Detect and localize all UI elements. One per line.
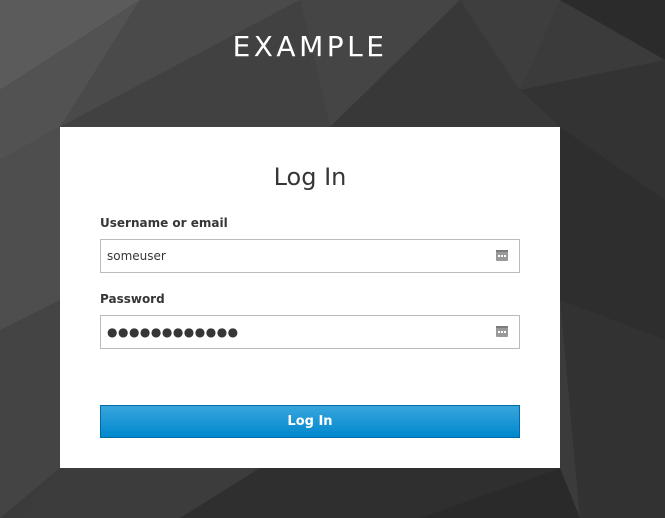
password-label: Password xyxy=(100,292,165,306)
password-manager-icon[interactable] xyxy=(496,326,508,337)
password-input[interactable] xyxy=(101,316,481,348)
login-button[interactable]: Log In xyxy=(100,405,520,438)
username-field-wrapper xyxy=(100,239,520,273)
login-title: Log In xyxy=(273,163,347,191)
brand-logo-text: EXAMPLE xyxy=(232,30,388,63)
password-manager-icon[interactable] xyxy=(496,250,508,261)
login-card: Log In Username or email Password Log In xyxy=(60,127,560,468)
password-field-wrapper xyxy=(100,315,520,349)
username-label: Username or email xyxy=(100,216,228,230)
username-input[interactable] xyxy=(101,240,481,272)
